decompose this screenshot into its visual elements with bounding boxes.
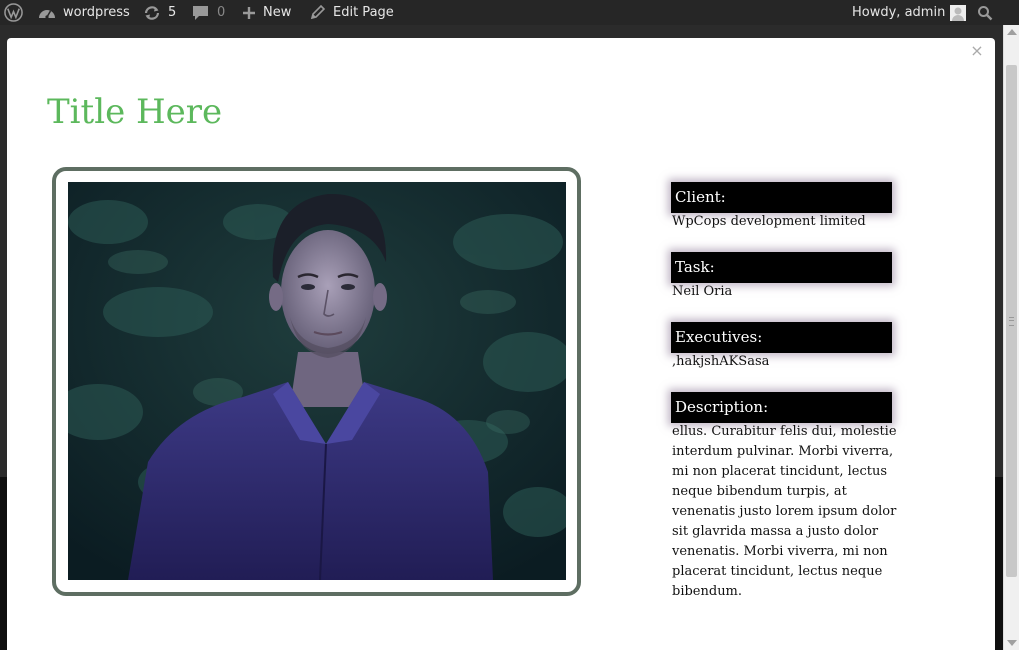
scrollbar-thumb[interactable]	[1006, 65, 1017, 577]
portfolio-modal: × Title Here Client: WpCops development …	[7, 38, 995, 650]
description-value: ellus. Curabitur felis dui, molestie int…	[672, 424, 897, 599]
howdy-text: Howdy, admin	[852, 5, 946, 20]
dashboard-icon	[38, 5, 56, 21]
executives-label: Executives:	[671, 322, 892, 353]
edit-page-label: Edit Page	[333, 5, 394, 20]
edit-page-link[interactable]: Edit Page	[310, 0, 394, 25]
my-account-link[interactable]: Howdy, admin	[852, 0, 967, 25]
updates-count: 5	[168, 5, 177, 20]
modal-title: Title Here	[47, 92, 223, 132]
scroll-down-arrow-icon[interactable]	[1007, 640, 1017, 646]
client-value: WpCops development limited	[672, 214, 866, 229]
new-label: New	[263, 5, 292, 20]
search-icon[interactable]	[977, 0, 995, 25]
scrollbar-grip-icon	[1009, 317, 1014, 326]
avatar-icon	[950, 4, 967, 21]
portfolio-image	[68, 182, 566, 580]
comments-count: 0	[217, 5, 226, 20]
vertical-scrollbar[interactable]	[1003, 25, 1019, 650]
scroll-up-arrow-icon[interactable]	[1007, 29, 1017, 35]
admin-bar: wordpress 5 0 New Edit Page Howdy, admin	[0, 0, 1019, 25]
plus-icon	[242, 6, 256, 20]
new-content-link[interactable]: New	[242, 0, 291, 25]
executives-value: ,hakjshAKSasa	[672, 354, 770, 369]
task-value: Neil Oria	[672, 284, 733, 299]
client-label: Client:	[671, 182, 892, 213]
photo-frame	[52, 167, 581, 596]
updates-link[interactable]: 5	[143, 0, 176, 25]
description-label: Description:	[671, 392, 892, 423]
task-label: Task:	[671, 252, 892, 283]
site-name-link[interactable]: wordpress	[38, 0, 130, 25]
wordpress-logo-icon[interactable]	[2, 0, 24, 25]
site-name: wordpress	[63, 5, 130, 20]
comments-link[interactable]: 0	[192, 0, 225, 25]
updates-icon	[143, 5, 161, 21]
close-icon[interactable]: ×	[969, 43, 985, 59]
comment-icon	[192, 5, 209, 21]
pencil-icon	[310, 5, 325, 20]
